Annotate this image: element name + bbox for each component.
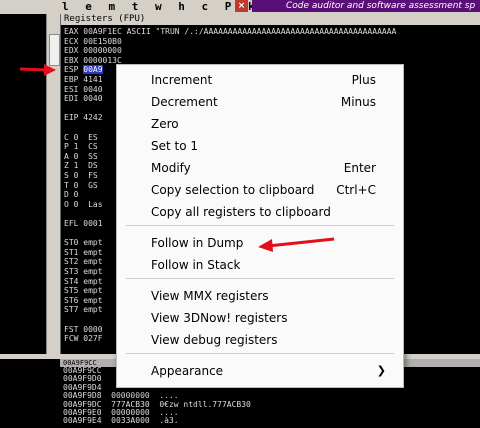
register-line[interactable]: ST5 empt	[64, 286, 103, 296]
menu-separator	[126, 225, 394, 226]
banner-ad[interactable]: Code auditor and software assessment sp	[252, 0, 480, 12]
register-line[interactable]: A 0 SS	[64, 152, 98, 162]
menu-item-label: Follow in Stack	[151, 258, 241, 272]
menu-item-shortcut: Minus	[340, 95, 376, 109]
register-line[interactable]: EDI 0040	[64, 94, 103, 104]
register-line[interactable]: ST7 empt	[64, 305, 103, 315]
register-line-esp[interactable]: ESP 00A9	[64, 65, 103, 75]
menu-item-appearance[interactable]: Appearance ❯	[118, 360, 402, 382]
register-line[interactable]: EAX 00A9F1EC ASCII "TRUN /.:/AAAAAAAAAAA…	[64, 27, 396, 37]
menu-item-label: Copy selection to clipboard	[151, 183, 315, 197]
register-line[interactable]: T 0 GS	[64, 181, 98, 191]
register-line[interactable]: EFL 0001	[64, 219, 103, 229]
menu-item-label: Zero	[151, 117, 179, 131]
menu-item-label: Copy all registers to clipboard	[151, 205, 331, 219]
context-menu: Increment Plus Decrement Minus Zero Set to 1 M…	[116, 64, 404, 388]
menu-item-label: Modify	[151, 161, 191, 175]
menu-item-copy-all-registers-to-clipboard[interactable]: Copy all registers to clipboard	[118, 201, 402, 223]
register-line[interactable]: EDX 00000000	[64, 46, 122, 56]
register-line[interactable]: C 0 ES	[64, 133, 98, 143]
menu-item-label: Appearance	[151, 364, 224, 378]
menu-item-label: Follow in Dump	[151, 236, 244, 250]
registers-title: Registers (FPU)	[61, 14, 480, 25]
menu-item-follow-in-stack[interactable]: Follow in Stack	[118, 254, 402, 276]
menu-item-copy-selection-to-clipboard[interactable]: Copy selection to clipboard Ctrl+C	[118, 179, 402, 201]
register-line[interactable]: EBP 4141	[64, 75, 103, 85]
register-line[interactable]: ST2 empt	[64, 257, 103, 267]
register-line[interactable]: ST6 empt	[64, 296, 103, 306]
menu-item-view-mmx-registers[interactable]: View MMX registers	[118, 285, 402, 307]
register-line[interactable]: ESI 0040	[64, 85, 103, 95]
stack-row[interactable]: 00A9F9E4 0033A000 .à3.	[63, 416, 179, 425]
menu-item-shortcut: Ctrl+C	[336, 183, 376, 197]
register-line[interactable]: P 1 CS	[64, 142, 98, 152]
annotation-arrow-follow-in-dump	[258, 237, 335, 252]
menu-item-zero[interactable]: Zero	[118, 113, 402, 135]
menu-item-label: View debug registers	[151, 333, 278, 347]
menu-item-decrement[interactable]: Decrement Minus	[118, 91, 402, 113]
register-line[interactable]: ST1 empt	[64, 248, 103, 258]
menu-item-shortcut: Plus	[351, 73, 376, 87]
register-line[interactable]: ST4 empt	[64, 277, 103, 287]
register-line[interactable]: EBX 0000013C	[64, 56, 122, 66]
register-line[interactable]: O 0 Las	[64, 200, 103, 210]
register-line[interactable]: Z 1 DS	[64, 161, 98, 171]
register-line[interactable]: ECX 00E150B0	[64, 37, 122, 47]
register-line[interactable]: FCW 027F	[64, 334, 103, 344]
toolbar: l e m t w h c P k b z r ... s × Code aud…	[0, 0, 480, 14]
close-icon[interactable]: ×	[235, 0, 248, 12]
menu-separator	[126, 278, 394, 279]
menu-item-view-3dnow-registers[interactable]: View 3DNow! registers	[118, 307, 402, 329]
register-line[interactable]: FST 0000	[64, 325, 103, 335]
register-line[interactable]: ST3 empt	[64, 267, 103, 277]
register-line[interactable]: ST0 empt	[64, 238, 103, 248]
menu-item-label: View 3DNow! registers	[151, 311, 288, 325]
menu-item-set-to-1[interactable]: Set to 1	[118, 135, 402, 157]
annotation-arrow-esp	[19, 64, 56, 76]
menu-item-label: Set to 1	[151, 139, 199, 153]
register-line[interactable]: S 0 FS	[64, 171, 98, 181]
menu-item-shortcut: Enter	[343, 161, 376, 175]
chevron-right-icon: ❯	[376, 364, 386, 377]
menu-item-label: Decrement	[151, 95, 218, 109]
menu-separator	[126, 353, 394, 354]
menu-item-modify[interactable]: Modify Enter	[118, 157, 402, 179]
register-line[interactable]: D 0	[64, 190, 78, 200]
menu-item-increment[interactable]: Increment Plus	[118, 69, 402, 91]
menu-item-label: View MMX registers	[151, 289, 269, 303]
menu-item-view-debug-registers[interactable]: View debug registers	[118, 329, 402, 351]
register-line[interactable]: EIP 4242	[64, 113, 103, 123]
menu-item-label: Increment	[151, 73, 213, 87]
